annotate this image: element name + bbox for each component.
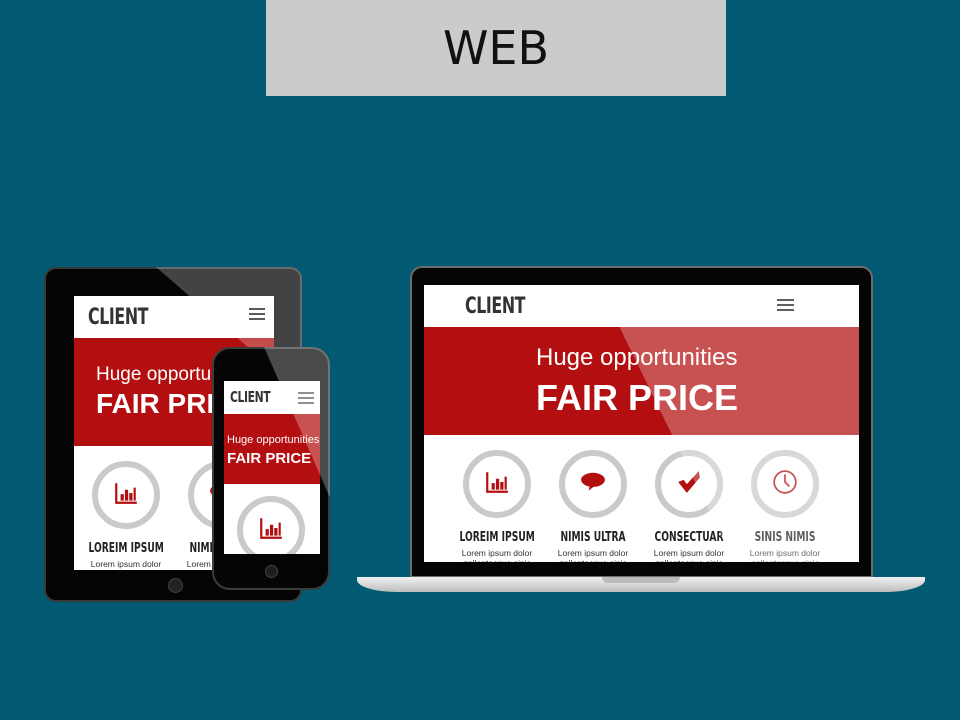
feature-circle [655,450,723,518]
phone-home-button[interactable] [265,565,278,578]
hero-subtitle: Huge opportunities [536,344,738,371]
feature-circle [463,450,531,518]
checkmark-icon [676,469,702,500]
feature-item[interactable]: NIMIS ULTRA Lorem ipsum dolorpellentesqu… [545,450,641,562]
feature-label: LOREIM IPSUM [459,530,535,545]
hero-title: FAIR PRICE [536,377,739,418]
tablet-home-button[interactable] [168,578,183,593]
feature-label: NIMIS ULTRA [560,530,626,545]
feature-label: SINIS NIMIS [754,530,816,545]
feature-item[interactable]: LOREIM IPSUM Lorem ipsum dolorpellentesq… [449,450,545,562]
feature-circle [92,461,160,529]
site-logo[interactable]: CLIENT [230,388,271,406]
feature-item[interactable]: LOREIM IPSUM Lorem ipsum dolorpellentesq… [78,461,174,570]
site-logo[interactable]: CLIENT [465,294,525,319]
feature-item[interactable]: LOREIM IPSUM Lorem ipsum dolorpellentesq… [224,496,319,554]
hero-title: FAIR PRICE [227,450,312,467]
feature-circle [559,450,627,518]
feature-label: CONSECTUAR [654,530,724,545]
feature-text: Lorem ipsum dolorpellentesque sinis [90,559,162,570]
laptop-notch [602,577,680,583]
hero-section: Huge opportunities FAIR PRICE [424,327,859,435]
feature-text: Lorem ipsum dolorpellentesque sinis [653,548,725,562]
web-banner: WEB [266,0,726,96]
feature-text: Lorem ipsum dolorpellentesque sinis [749,548,821,562]
feature-text: Lorem ipsum dolorpellentesque sinis [557,548,629,562]
speech-bubble-icon [580,469,606,500]
feature-item[interactable]: SINIS NIMIS Lorem ipsum dolorpellentesqu… [737,450,833,562]
hamburger-menu-icon[interactable] [777,299,794,314]
site-logo[interactable]: CLIENT [88,305,148,330]
clock-icon [772,469,798,500]
feature-circle [751,450,819,518]
feature-circle [237,496,305,554]
banner-title: WEB [442,21,550,75]
feature-text: Lorem ipsum dolorpellentesque sinis [461,548,533,562]
bar-chart-icon [113,480,139,511]
laptop-screen: CLIENT Huge opportunities FAIR PRICE LOR… [424,285,859,562]
site-header: CLIENT [424,285,859,327]
feature-label: LOREIM IPSUM [88,541,164,556]
bar-chart-icon [258,515,284,546]
bar-chart-icon [484,469,510,500]
feature-item[interactable]: CONSECTUAR Lorem ipsum dolorpellentesque… [641,450,737,562]
